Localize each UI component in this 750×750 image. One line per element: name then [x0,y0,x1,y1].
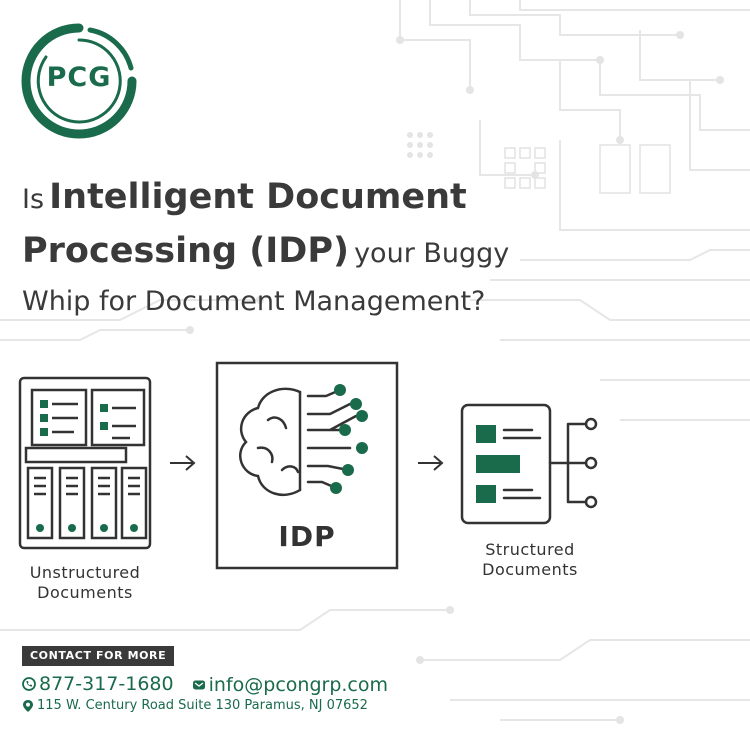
email-text: info@pcongrp.com [208,674,389,696]
headline-line-3: Whip for Document Management? [22,288,485,338]
phone-link[interactable]: 877-317-1680 [22,673,174,695]
headline-bold-1: Intelligent Document [49,177,467,217]
arrow-right-icon-2 [418,455,444,471]
address-text: 115 W. Century Road Suite 130 Paramus, N… [37,698,368,713]
unstructured-caption: Unstructured Documents [10,563,160,603]
unstructured-caption-line-1: Unstructured [29,563,141,582]
headline-prefix: Is [22,184,45,215]
address-row: 115 W. Century Road Suite 130 Paramus, N… [22,698,368,713]
headline-line-1: Is Intelligent Document [22,180,467,230]
headline-suffix: your Buggy [354,238,510,269]
location-pin-icon [23,699,33,712]
contact-badge: CONTACT FOR MORE [22,646,175,666]
headline-line-3-text: Whip for Document Management? [22,286,486,317]
structured-caption-line-1: Structured [485,540,575,559]
structured-caption: Structured Documents [455,540,605,580]
logo-text: PCG [46,62,112,93]
phone-text: 877-317-1680 [39,673,174,695]
unstructured-caption-line-2: Documents [37,583,133,602]
headline-line-2: Processing (IDP) your Buggy [22,234,509,284]
structured-caption-line-2: Documents [482,560,578,579]
document-stack-icon [18,376,152,550]
arrow-right-icon [170,455,196,471]
structured-document-icon [460,403,598,525]
contact-row: 877-317-1680 info@pcongrp.com [22,673,400,696]
idp-label: IDP [278,520,336,553]
email-icon [192,680,205,690]
phone-icon [22,677,36,691]
email-link[interactable]: info@pcongrp.com [192,674,388,696]
headline-bold-2: Processing (IDP) [22,231,349,271]
